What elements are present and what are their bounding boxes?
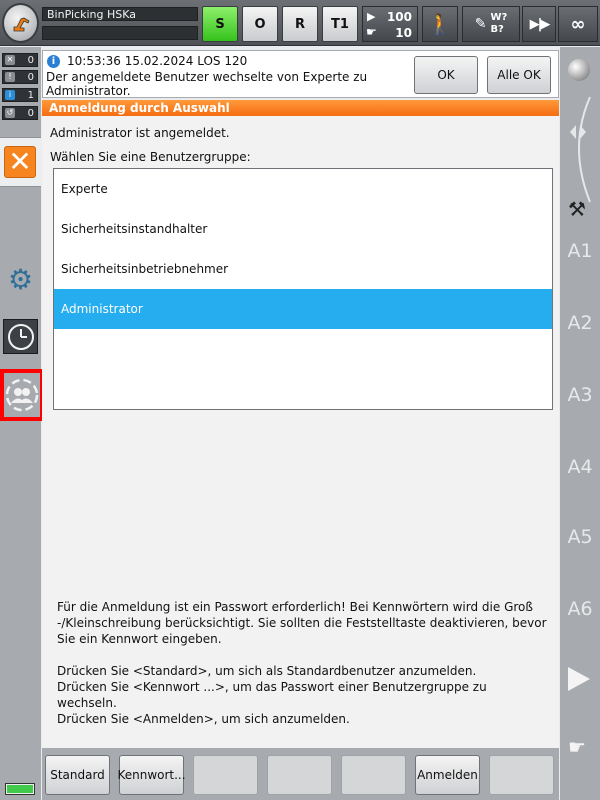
drives-status[interactable]: O — [242, 6, 278, 42]
alle-ok-button[interactable]: Alle OK — [487, 56, 551, 94]
logged-in-status: Administrator ist angemeldet. — [50, 126, 230, 140]
tool-base-label: W? B? — [490, 12, 508, 35]
jog-increment-button[interactable]: ∞ — [558, 6, 598, 42]
status-icon: ! — [5, 72, 15, 82]
jog-override-icon: ☛ — [366, 25, 377, 39]
clock-icon[interactable] — [3, 319, 38, 354]
run-mode-button[interactable]: 🚶 — [422, 6, 458, 42]
fast-forward-icon: ▶|▶ — [529, 16, 551, 32]
group-select-label: Wählen Sie eine Benutzergruppe: — [50, 150, 251, 164]
status-message-counter[interactable]: ! 0 — [2, 70, 38, 84]
softkey-7[interactable] — [489, 755, 554, 795]
start-play-icon[interactable] — [568, 667, 590, 691]
robot-name[interactable]: BinPicking HSKa — [42, 7, 198, 21]
kennwort-button[interactable]: Kennwort... — [117, 755, 186, 795]
info-count: 1 — [27, 90, 34, 101]
robot-arm-icon — [13, 17, 30, 32]
list-item-sicherheitsinstandhalter[interactable]: Sicherheitsinstandhalter — [54, 209, 552, 249]
status-count: 0 — [27, 72, 34, 83]
login-instructions: Für die Anmeldung ist ein Passwort erfor… — [57, 599, 547, 727]
list-item-sicherheitsinbetriebnehmer[interactable]: Sicherheitsinbetriebnehmer — [54, 249, 552, 289]
list-item-administrator[interactable]: Administrator — [54, 289, 552, 329]
info-message-counter[interactable]: i 1 — [2, 88, 38, 102]
acknowledge-count: 0 — [27, 55, 34, 66]
password-hint: Für die Anmeldung ist ein Passwort erfor… — [57, 600, 547, 646]
globe-icon[interactable] — [568, 59, 590, 81]
tool-icon: ✎ — [474, 16, 487, 32]
robot-program-field[interactable] — [42, 26, 198, 40]
message-window: i 10:53:36 15.02.2024 LOS 120 Der angeme… — [42, 50, 559, 98]
dialog-title: Anmeldung durch Auswahl — [42, 100, 559, 116]
jog-override-value: 10 — [395, 26, 412, 40]
axis-a5-label[interactable]: A5 — [560, 526, 600, 548]
robot-interpreter-status[interactable]: R — [282, 6, 318, 42]
right-sidebar: ⚒ A1 A2 A3 A4 A5 A6 ☛ — [560, 47, 600, 800]
wait-count: 0 — [27, 108, 34, 119]
ok-button[interactable]: OK — [414, 56, 478, 94]
robot-icon[interactable]: ⚒ — [568, 197, 586, 221]
info-icon: i — [47, 55, 60, 68]
wait-message-counter[interactable]: ↺ 0 — [2, 106, 38, 120]
jog-hand-icon[interactable]: ☛ — [568, 735, 586, 759]
override-button[interactable]: ▶ 100 ☛ 10 — [362, 6, 418, 42]
operating-mode[interactable]: T1 — [322, 6, 358, 42]
left-sidebar: ✕ 0 ! 0 i 1 ↺ 0 ✕ ⚙ — [0, 47, 44, 800]
login-dialog: Administrator ist angemeldet. Wählen Sie… — [42, 116, 559, 748]
acknowledge-message-counter[interactable]: ✕ 0 — [2, 53, 38, 67]
increment-value: ∞ — [570, 13, 586, 35]
info-icon: i — [5, 90, 15, 100]
robot-menu-button[interactable] — [2, 3, 39, 43]
hint-standard: Drücken Sie <Standard>, um sich als Stan… — [57, 664, 477, 678]
submit-interpreter-status[interactable]: S — [202, 6, 238, 42]
walking-person-icon: 🚶 — [427, 12, 453, 36]
axis-a4-label[interactable]: A4 — [560, 456, 600, 478]
axis-a2-label[interactable]: A2 — [560, 312, 600, 334]
acknowledge-icon: ✕ — [5, 55, 15, 65]
incremental-jog-button[interactable]: ▶|▶ — [522, 6, 556, 42]
anmelden-button[interactable]: Anmelden — [415, 755, 480, 795]
active-tool-base-button[interactable]: ✎ W? B? — [462, 6, 520, 42]
hint-kennwort: Drücken Sie <Kennwort ...>, um das Passw… — [57, 680, 487, 710]
wait-icon: ↺ — [5, 108, 15, 118]
gear-icon[interactable]: ⚙ — [3, 262, 38, 297]
axis-a6-label[interactable]: A6 — [560, 598, 600, 620]
program-override-value: 100 — [386, 10, 412, 24]
user-login-icon[interactable] — [0, 369, 44, 421]
user-group-list: Experte Sicherheitsinstandhalter Sicherh… — [53, 168, 553, 410]
axis-a3-label[interactable]: A3 — [560, 384, 600, 406]
axis-a1-label[interactable]: A1 — [560, 240, 600, 262]
message-timestamp: 10:53:36 15.02.2024 LOS 120 — [67, 54, 248, 68]
top-status-bar: BinPicking HSKa S O R T1 ▶ 100 ☛ 10 🚶 ✎ … — [0, 0, 600, 46]
hint-anmelden: Drücken Sie <Anmelden>, um sich anzumeld… — [57, 712, 350, 726]
program-override-icon: ▶ — [367, 10, 376, 23]
softkey-4[interactable] — [267, 755, 332, 795]
softkey-3[interactable] — [193, 755, 258, 795]
close-icon[interactable]: ✕ — [4, 146, 36, 178]
standard-button[interactable]: Standard — [45, 755, 110, 795]
softkey-bar: Standard Kennwort... Anmelden — [42, 748, 559, 800]
softkey-5[interactable] — [341, 755, 406, 795]
list-item-experte[interactable]: Experte — [54, 169, 552, 209]
window-tab: ✕ — [0, 137, 41, 187]
message-text: Der angemeldete Benutzer wechselte von E… — [46, 70, 368, 98]
battery-icon — [5, 783, 35, 795]
